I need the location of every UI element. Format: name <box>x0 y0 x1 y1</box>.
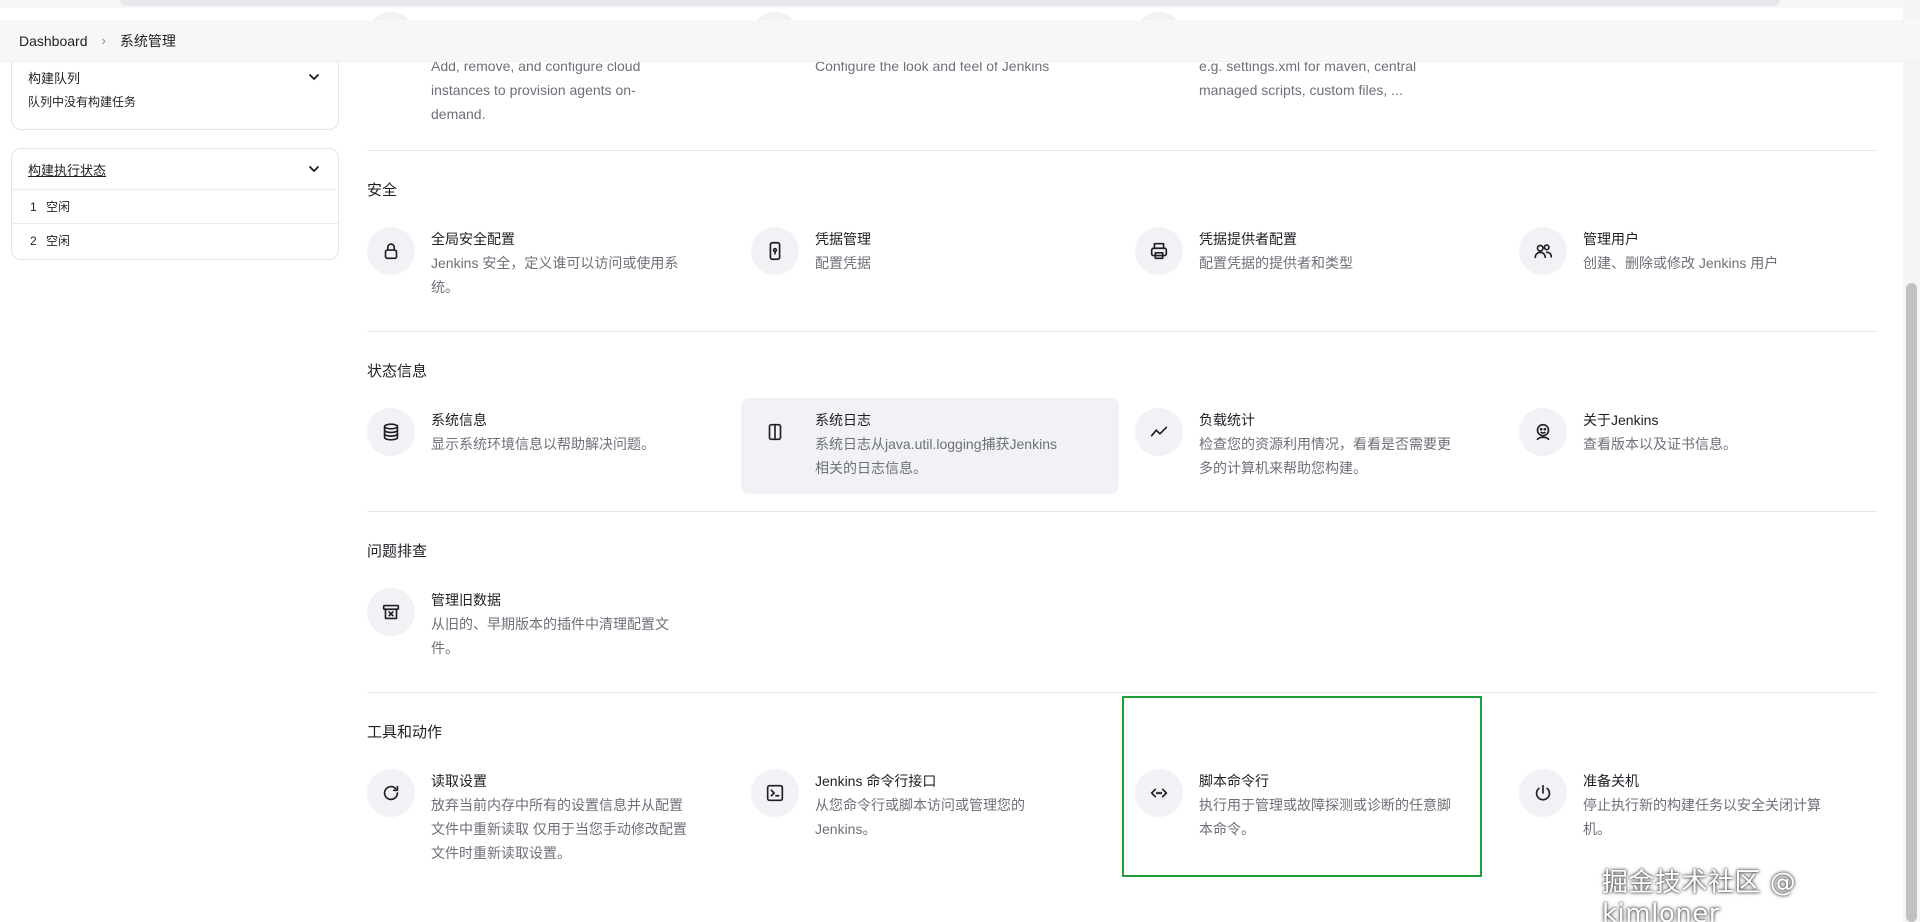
breadcrumb-separator-icon: › <box>101 33 106 48</box>
breadcrumb: Dashboard › 系统管理 <box>0 20 1920 62</box>
item-desc-line: Jenkins。 <box>815 821 877 837</box>
prepare-shutdown-item[interactable]: 准备关机 停止执行新的构建任务以安全关闭计算 机。 <box>1519 757 1894 841</box>
item-title: 读取设置 <box>431 773 487 789</box>
database-icon <box>367 408 415 456</box>
item-desc-line: 创建、删除或修改 Jenkins 用户 <box>1583 255 1779 271</box>
item-desc-line: 查看版本以及证书信息。 <box>1583 436 1737 452</box>
item-title: Jenkins 命令行接口 <box>815 773 937 789</box>
load-statistics-item[interactable]: 负载统计 检查您的资源利用情况，看看是否需要更 多的计算机来帮助您构建。 <box>1135 396 1510 480</box>
item-title: 系统信息 <box>431 412 487 428</box>
item-desc-line: 机。 <box>1583 821 1611 837</box>
executor-status: 空闲 <box>46 234 71 248</box>
about-jenkins-item[interactable]: 关于Jenkins 查看版本以及证书信息。 <box>1519 396 1894 456</box>
item-title: 负载统计 <box>1199 412 1255 428</box>
item-desc-line: 件。 <box>431 640 459 656</box>
credential-providers-item[interactable]: 凭据提供者配置 配置凭据的提供者和类型 <box>1135 215 1510 275</box>
system-info-item[interactable]: 系统信息 显示系统环境信息以帮助解决问题。 <box>367 396 742 456</box>
item-desc-line: 配置凭据 <box>815 255 871 271</box>
item-desc-line: 相关的日志信息。 <box>815 460 927 476</box>
section-divider <box>367 331 1877 332</box>
executor-row: 2 空闲 <box>12 223 338 257</box>
executor-status: 空闲 <box>46 200 71 214</box>
item-desc-line: 显示系统环境信息以帮助解决问题。 <box>431 436 655 452</box>
lock-icon <box>367 227 415 275</box>
section-divider <box>367 150 1877 151</box>
executor-row: 1 空闲 <box>12 189 338 223</box>
item-title: 凭据管理 <box>815 231 871 247</box>
item-title: 系统日志 <box>815 412 871 428</box>
section-title-security: 安全 <box>367 182 398 199</box>
reload-config-item[interactable]: 读取设置 放弃当前内存中所有的设置信息并从配置 文件中重新读取 仅用于当您手动修… <box>367 757 742 865</box>
old-data-item[interactable]: 管理旧数据 从旧的、早期版本的插件中清理配置文 件。 <box>367 576 742 660</box>
watermark: 掘金技术社区 @ kimloner <box>1602 868 1797 922</box>
item-desc-line: 放弃当前内存中所有的设置信息并从配置 <box>431 797 683 813</box>
jenkins-cli-item[interactable]: Jenkins 命令行接口 从您命令行或脚本访问或管理您的 Jenkins。 <box>751 757 1126 841</box>
item-title: 准备关机 <box>1583 773 1639 789</box>
archive-icon <box>367 588 415 636</box>
item-desc-line: 停止执行新的构建任务以安全关闭计算 <box>1583 797 1821 813</box>
clouds-item[interactable]: Add, remove, and configure cloud instanc… <box>367 0 742 126</box>
clouds-desc-line: demand. <box>431 106 486 122</box>
manage-users-item[interactable]: 管理用户 创建、删除或修改 Jenkins 用户 <box>1519 215 1894 275</box>
global-security-item[interactable]: 全局安全配置 Jenkins 安全，定义谁可以访问或使用系 统。 <box>367 215 742 299</box>
item-desc-line: 多的计算机来帮助您构建。 <box>1199 460 1367 476</box>
chevron-down-icon[interactable] <box>306 69 322 85</box>
phone-key-icon <box>751 227 799 275</box>
item-desc-line: 系统日志从java.util.logging捕获Jenkins <box>815 436 1057 452</box>
section-title-status: 状态信息 <box>367 363 428 380</box>
build-queue-title: 构建队列 <box>28 70 81 86</box>
item-desc-line: 文件中重新读取 仅用于当您手动修改配置 <box>431 821 687 837</box>
build-queue-panel: 构建队列 队列中没有构建任务 <box>11 56 339 130</box>
system-log-item[interactable]: 系统日志 系统日志从java.util.logging捕获Jenkins 相关的… <box>741 398 1119 494</box>
breadcrumb-dashboard[interactable]: Dashboard <box>19 33 88 49</box>
clouds-desc-line: instances to provision agents on- <box>431 82 636 98</box>
printer-icon <box>1135 227 1183 275</box>
trend-icon <box>1135 408 1183 456</box>
executor-number: 2 <box>30 233 37 248</box>
item-desc-line: 从您命令行或脚本访问或管理您的 <box>815 797 1025 813</box>
item-desc-line: Jenkins 安全，定义谁可以访问或使用系 <box>431 255 679 271</box>
build-queue-empty: 队列中没有构建任务 <box>28 95 137 109</box>
item-title: 凭据提供者配置 <box>1199 231 1297 247</box>
highlight-box <box>1122 696 1482 877</box>
item-desc-line: 检查您的资源利用情况，看看是否需要更 <box>1199 436 1451 452</box>
reload-icon <box>367 769 415 817</box>
breadcrumb-current[interactable]: 系统管理 <box>120 31 176 51</box>
item-title: 全局安全配置 <box>431 231 515 247</box>
scrollbar[interactable] <box>1903 0 1920 922</box>
users-icon <box>1519 227 1567 275</box>
executor-status-title[interactable]: 构建执行状态 <box>28 160 106 179</box>
item-desc-line: 配置凭据的提供者和类型 <box>1199 255 1353 271</box>
item-desc-line: 文件时重新读取设置。 <box>431 845 571 861</box>
section-title-troubleshooting: 问题排查 <box>367 543 428 560</box>
book-icon <box>751 408 799 456</box>
chevron-down-icon[interactable] <box>306 161 322 177</box>
executor-number: 1 <box>30 199 37 214</box>
executor-status-panel: 构建执行状态 1 空闲 2 空闲 <box>11 148 339 260</box>
scrollbar-thumb[interactable] <box>1906 283 1917 922</box>
managed-files-desc-line: managed scripts, custom files, ... <box>1199 82 1403 98</box>
item-title: 关于Jenkins <box>1583 412 1659 428</box>
item-title: 管理旧数据 <box>431 592 501 608</box>
section-divider <box>367 511 1877 512</box>
credentials-item[interactable]: 凭据管理 配置凭据 <box>751 215 1126 275</box>
item-desc-line: 统。 <box>431 279 459 295</box>
item-desc-line: 从旧的、早期版本的插件中清理配置文 <box>431 616 669 632</box>
terminal-icon <box>751 769 799 817</box>
section-divider <box>367 692 1877 693</box>
power-icon <box>1519 769 1567 817</box>
item-title: 管理用户 <box>1583 231 1639 247</box>
section-title-tools: 工具和动作 <box>367 724 443 741</box>
jenkins-icon <box>1519 408 1567 456</box>
